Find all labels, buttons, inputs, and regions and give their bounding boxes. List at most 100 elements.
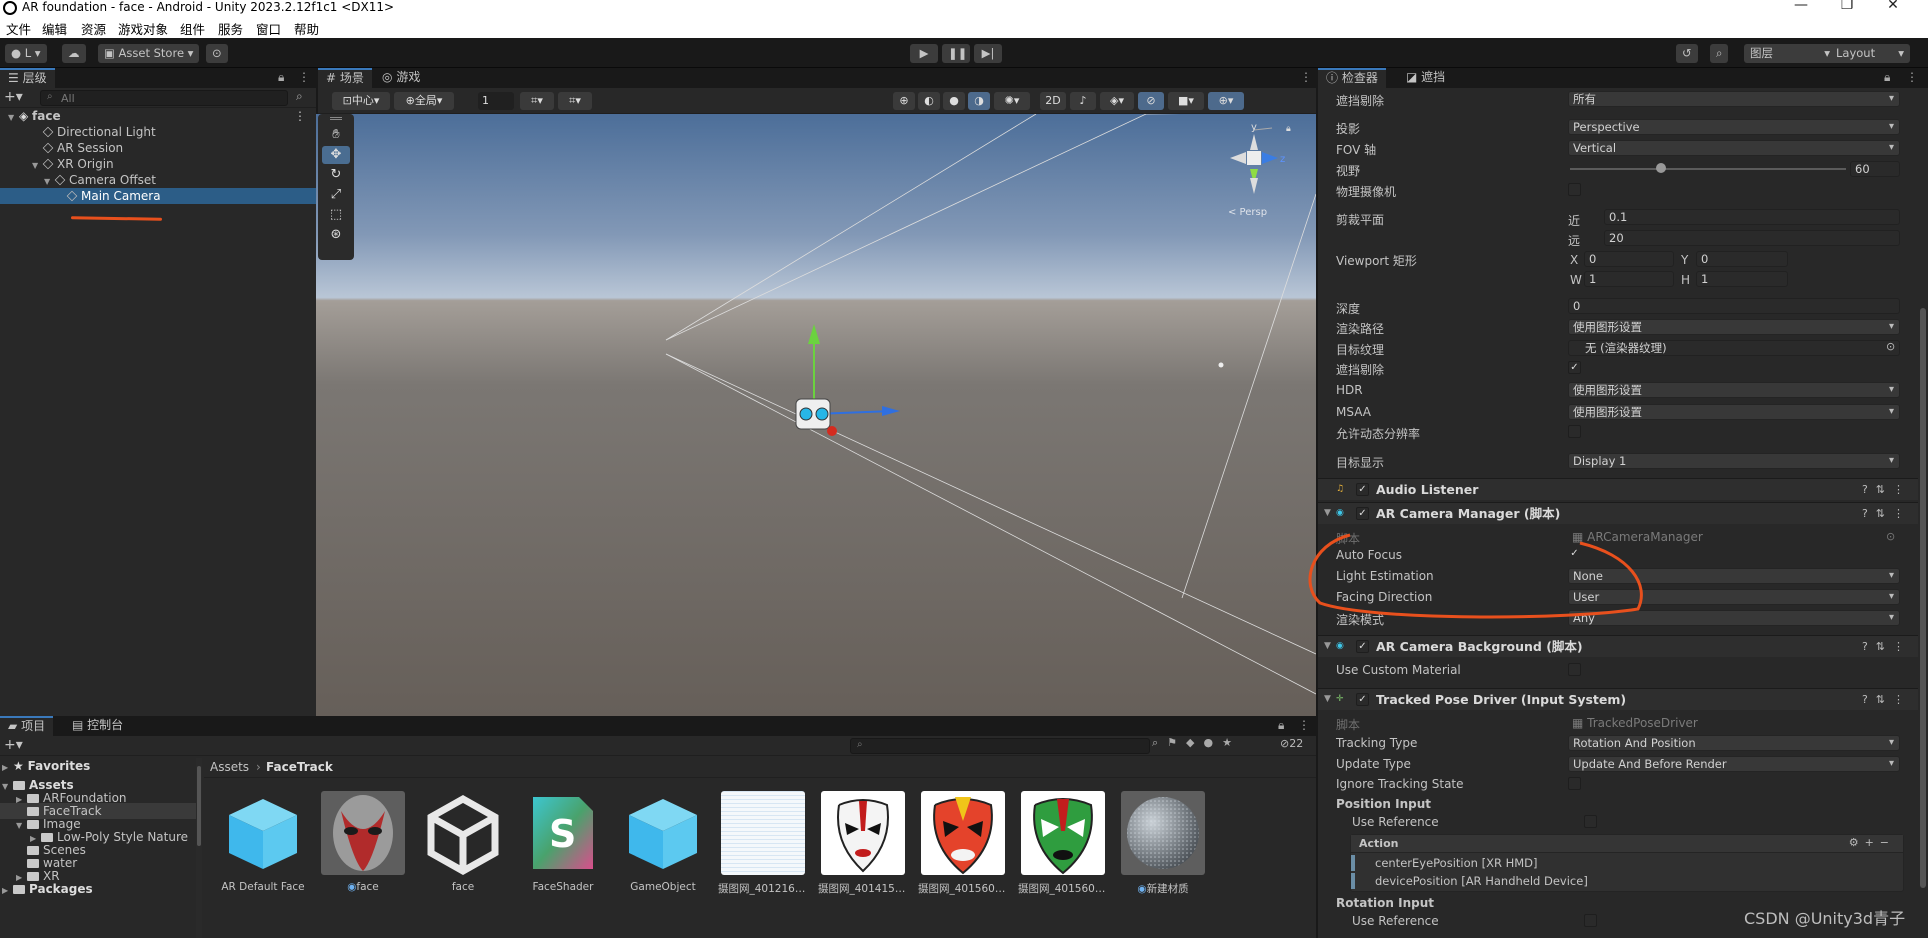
binding-item[interactable]: centerEyePosition [XR HMD] xyxy=(1375,856,1538,870)
layout-dropdown[interactable]: Layout ▾ xyxy=(1830,44,1910,63)
transform-tool-button[interactable]: ⊛ xyxy=(322,226,350,244)
orientation-gizmo[interactable]: y z xyxy=(1230,122,1285,194)
tab-console[interactable]: ▤ 控制台 xyxy=(64,716,131,736)
menu-component[interactable]: 组件 xyxy=(180,19,205,38)
kebab-menu-icon[interactable]: ⋮ xyxy=(298,68,310,87)
hierarchy-item[interactable]: ▼ ◈ face ⋮ xyxy=(0,108,316,124)
hierarchy-item[interactable]: AR Session xyxy=(0,140,316,156)
component-actions[interactable]: ?⇅⋮ xyxy=(1862,689,1912,710)
y-arrow-icon[interactable] xyxy=(808,324,820,344)
scene-viewport[interactable]: y z < Persp 🔒︎ xyxy=(316,114,1316,716)
menu-gameobject[interactable]: 游戏对象 xyxy=(118,19,168,38)
hierarchy-item[interactable]: ▼ XR Origin xyxy=(0,156,316,172)
rect-tool-button[interactable]: ⬚ xyxy=(322,206,350,224)
hdr-dropdown[interactable]: 使用图形设置 xyxy=(1568,382,1900,398)
viewport-w-input[interactable]: 1 xyxy=(1584,271,1674,287)
asset-item[interactable]: 摄图网_4012162... xyxy=(718,791,808,896)
pause-button[interactable]: ❚❚ xyxy=(942,44,970,63)
drag-handle[interactable] xyxy=(330,117,342,120)
dynamic-resolution-checkbox[interactable] xyxy=(1568,425,1581,438)
menu-file[interactable]: 文件 xyxy=(6,19,31,38)
target-texture-field[interactable]: 无 (渲染器纹理) xyxy=(1568,340,1900,356)
camera-dropdown[interactable]: ■▾ xyxy=(1168,92,1204,110)
project-lock-icon[interactable]: 🔒︎ xyxy=(1278,716,1284,735)
layers-dropdown[interactable]: 图层 ▾ xyxy=(1744,44,1836,63)
minimize-button[interactable]: — xyxy=(1786,0,1816,13)
tab-game[interactable]: ◎ 游戏 xyxy=(374,68,428,88)
menu-services[interactable]: 服务 xyxy=(218,19,243,38)
shaded-toggle[interactable]: ● xyxy=(943,92,965,110)
culling-mask-dropdown[interactable]: 所有 xyxy=(1568,91,1900,107)
pivot-dropdown[interactable]: ⊡中心▾ xyxy=(332,92,390,110)
hand-tool-button[interactable]: ✋︎ xyxy=(322,126,350,144)
snap-toggle[interactable]: ⌗▾ xyxy=(558,92,592,110)
folder-item[interactable]: ▶ ★ Favorites xyxy=(0,758,196,774)
tab-hierarchy[interactable]: ☰ 层级 xyxy=(0,68,55,88)
asset-item[interactable]: 摄图网_4014155... xyxy=(818,791,908,896)
tab-navigation[interactable]: ◪ 遮挡 xyxy=(1398,68,1453,88)
folder-item[interactable]: ▶ Packages xyxy=(0,881,196,897)
near-input[interactable]: 0.1 xyxy=(1604,209,1900,225)
breadcrumb-facetrack[interactable]: FaceTrack xyxy=(266,760,333,774)
binding-item[interactable]: devicePosition [AR Handheld Device] xyxy=(1375,874,1588,888)
hidden-packages-toggle[interactable]: ⊘22 xyxy=(1280,737,1303,750)
component-actions[interactable]: ?⇅⋮ xyxy=(1862,636,1912,657)
audio-toggle[interactable]: ♪ xyxy=(1070,92,1096,110)
scene-search-icon[interactable]: ⌕ xyxy=(296,89,303,104)
lock-icon[interactable]: 🔒︎ xyxy=(278,68,284,87)
inspector-menu-icon[interactable]: ⋮ xyxy=(1906,68,1918,87)
component-actions[interactable]: ?⇅⋮ xyxy=(1862,503,1912,524)
add-object-button[interactable]: +▾ xyxy=(4,88,23,106)
tab-scene[interactable]: # 场景 xyxy=(318,68,372,88)
action-tools[interactable]: ⚙+− xyxy=(1849,836,1895,849)
far-input[interactable]: 20 xyxy=(1604,230,1900,246)
asset-item[interactable]: S FaceShader xyxy=(518,791,608,893)
tracked-pose-driver-header[interactable]: ▼ ✛ ✓ Tracked Pose Driver (Input System)… xyxy=(1318,688,1918,710)
use-reference-checkbox[interactable] xyxy=(1584,914,1597,927)
msaa-dropdown[interactable]: 使用图形设置 xyxy=(1568,404,1900,420)
effects-dropdown[interactable]: ◈▾ xyxy=(1100,92,1134,110)
fov-axis-dropdown[interactable]: Vertical xyxy=(1568,140,1900,156)
grid-toggle[interactable]: ⌗▾ xyxy=(520,92,554,110)
collab-button[interactable]: ⊙ xyxy=(206,44,228,63)
close-button[interactable]: ✕ xyxy=(1878,0,1908,13)
audio-listener-enabled-checkbox[interactable]: ✓ xyxy=(1356,483,1369,496)
projection-dropdown[interactable]: Perspective xyxy=(1568,119,1900,135)
asset-item[interactable]: ◉新建材质 xyxy=(1118,791,1208,896)
foldout-arrow-icon[interactable]: ▶ xyxy=(2,883,13,899)
asset-item[interactable]: 摄图网_4015603... xyxy=(918,791,1008,896)
fov-input[interactable]: 60 xyxy=(1850,161,1900,177)
step-button[interactable]: ▶| xyxy=(974,44,1002,63)
account-button[interactable]: ● L ▾ xyxy=(5,44,47,63)
grid-size-input[interactable]: 1 xyxy=(478,92,514,110)
tracked-pose-driver-enabled-checkbox[interactable]: ✓ xyxy=(1356,693,1369,706)
ar-camera-background-enabled-checkbox[interactable]: ✓ xyxy=(1356,640,1369,653)
ar-camera-manager-enabled-checkbox[interactable]: ✓ xyxy=(1356,507,1369,520)
asset-item[interactable]: face xyxy=(418,791,508,893)
global-dropdown[interactable]: ⊕全局▾ xyxy=(394,92,454,110)
scene-menu-icon[interactable]: ⋮ xyxy=(1300,68,1312,87)
component-actions[interactable]: ?⇅⋮ xyxy=(1862,479,1912,500)
tracking-type-dropdown[interactable]: Rotation And Position xyxy=(1568,735,1900,751)
tab-inspector[interactable]: ⓘ 检查器 xyxy=(1318,68,1386,88)
wireframe-toggle[interactable]: ⊕ xyxy=(893,92,915,110)
create-button[interactable]: +▾ xyxy=(4,736,23,754)
target-display-dropdown[interactable]: Display 1 xyxy=(1568,453,1900,469)
play-button[interactable]: ▶ xyxy=(910,44,938,63)
history-button[interactable]: ↺ xyxy=(1676,44,1698,63)
physical-camera-checkbox[interactable] xyxy=(1568,183,1581,196)
project-filter-icons[interactable]: ⌕⚑◆●★ xyxy=(1152,736,1241,750)
scale-tool-button[interactable]: ⤢ xyxy=(322,186,350,204)
menu-window[interactable]: 窗口 xyxy=(256,19,281,38)
gizmo-lock-icon[interactable]: 🔒︎ xyxy=(1286,124,1291,134)
lit-toggle[interactable]: ◑ xyxy=(968,92,990,110)
depth-input[interactable]: 0 xyxy=(1568,298,1900,314)
render-path-dropdown[interactable]: 使用图形设置 xyxy=(1568,319,1900,335)
asset-item[interactable]: ◉face xyxy=(318,791,408,893)
inspector-scrollbar[interactable] xyxy=(1920,308,1926,888)
hierarchy-item[interactable]: Directional Light xyxy=(0,124,316,140)
object-picker-icon[interactable]: ⊙ xyxy=(1886,340,1895,353)
mode-2d-button[interactable]: 2D xyxy=(1040,92,1066,110)
move-tool-button[interactable]: ✥ xyxy=(322,146,350,164)
audio-listener-header[interactable]: ♫ ✓ Audio Listener ?⇅⋮ xyxy=(1318,478,1918,500)
